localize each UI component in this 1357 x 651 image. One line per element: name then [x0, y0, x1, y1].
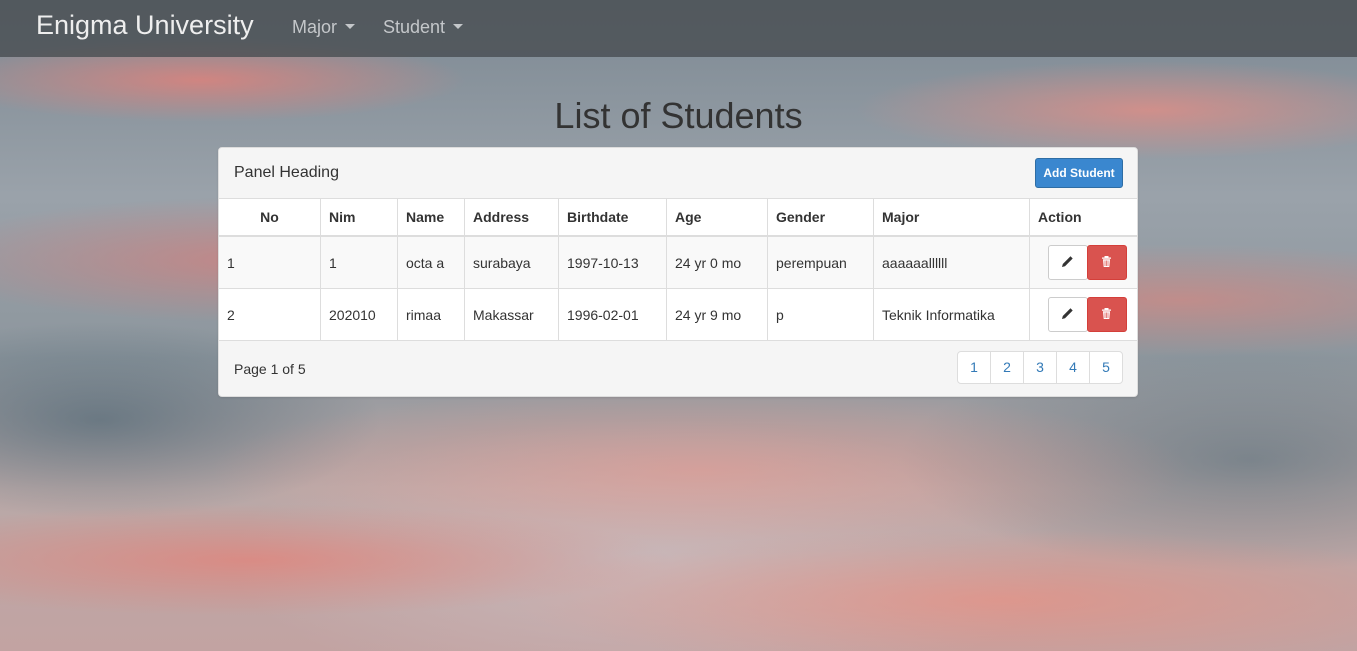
add-student-button[interactable]: Add Student: [1035, 158, 1123, 188]
cell-nim: 202010: [320, 288, 398, 341]
brand-link[interactable]: Enigma University: [36, 10, 254, 41]
cell-major: Teknik Informatika: [873, 288, 1030, 341]
column-header-action: Action: [1029, 199, 1137, 237]
pencil-icon: [1062, 308, 1073, 319]
table-row: 2 202010 rimaa Makassar 1996-02-01 24 yr…: [219, 288, 1137, 341]
nav-dropdown-student[interactable]: Student: [383, 17, 464, 38]
column-header-major[interactable]: Major: [873, 199, 1030, 237]
page-link-2[interactable]: 2: [990, 351, 1024, 384]
cell-age: 24 yr 9 mo: [666, 288, 768, 341]
cell-gender: perempuan: [767, 236, 874, 289]
caret-down-icon: [453, 23, 464, 29]
page-link-5[interactable]: 5: [1089, 351, 1123, 384]
table-row: 1 1 octa a surabaya 1997-10-13 24 yr 0 m…: [219, 236, 1137, 289]
cell-no: 1: [219, 236, 321, 289]
pencil-icon: [1062, 256, 1073, 267]
cell-major: aaaaaallllll: [873, 236, 1030, 289]
cell-nim: 1: [320, 236, 398, 289]
panel-title: Panel Heading: [234, 164, 339, 181]
trash-icon: [1102, 256, 1111, 267]
cell-name: octa a: [397, 236, 465, 289]
nav-major-label: Major: [292, 17, 338, 37]
cell-actions: [1029, 288, 1137, 341]
table-header-row: No Nim Name Address Birthdate Age Gender…: [219, 199, 1137, 237]
cell-address: surabaya: [464, 236, 559, 289]
column-header-name[interactable]: Name: [397, 199, 465, 237]
column-header-gender[interactable]: Gender: [767, 199, 874, 237]
pagination: 1 2 3 4 5: [957, 351, 1123, 384]
panel-heading: Panel Heading Add Student: [219, 148, 1137, 199]
cell-no: 2: [219, 288, 321, 341]
students-table: No Nim Name Address Birthdate Age Gender…: [219, 199, 1137, 341]
page-info: Page 1 of 5: [234, 361, 306, 377]
cell-birthdate: 1996-02-01: [558, 288, 667, 341]
cell-name: rimaa: [397, 288, 465, 341]
cell-actions: [1029, 236, 1137, 289]
delete-button[interactable]: [1087, 297, 1127, 332]
edit-button[interactable]: [1048, 297, 1088, 332]
page-title: List of Students: [554, 95, 803, 136]
nav-dropdown-major[interactable]: Major: [292, 17, 356, 38]
page-link-1[interactable]: 1: [957, 351, 991, 384]
navbar: Enigma University Major Student: [0, 0, 1357, 57]
panel-footer: Page 1 of 5 1 2 3 4 5: [219, 340, 1137, 396]
delete-button[interactable]: [1087, 245, 1127, 280]
nav-student-label: Student: [383, 17, 446, 37]
page-link-3[interactable]: 3: [1023, 351, 1057, 384]
cell-address: Makassar: [464, 288, 559, 341]
trash-icon: [1102, 308, 1111, 319]
cell-gender: p: [767, 288, 874, 341]
column-header-address[interactable]: Address: [464, 199, 559, 237]
cell-birthdate: 1997-10-13: [558, 236, 667, 289]
column-header-birthdate[interactable]: Birthdate: [558, 199, 667, 237]
cell-age: 24 yr 0 mo: [666, 236, 768, 289]
page-link-4[interactable]: 4: [1056, 351, 1090, 384]
edit-button[interactable]: [1048, 245, 1088, 280]
caret-down-icon: [345, 23, 356, 29]
column-header-no[interactable]: No: [219, 199, 321, 237]
students-panel: Panel Heading Add Student No Nim Name Ad…: [218, 147, 1138, 397]
column-header-age[interactable]: Age: [666, 199, 768, 237]
column-header-nim[interactable]: Nim: [320, 199, 398, 237]
